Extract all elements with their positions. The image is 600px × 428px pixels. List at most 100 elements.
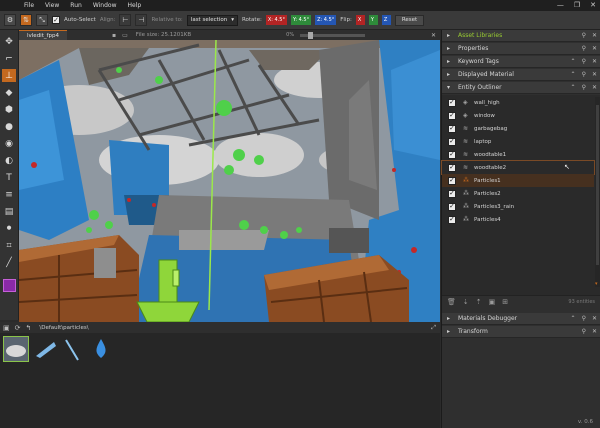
asset-thumb-rain[interactable] [60, 336, 86, 362]
close-icon[interactable]: ✕ [592, 45, 597, 52]
menu-window[interactable]: Window [93, 2, 117, 9]
export-icon[interactable]: ⇡ [476, 298, 482, 306]
outliner-scrollbar[interactable]: ▾ [595, 97, 600, 287]
node-icon[interactable]: ⚫ [2, 222, 16, 235]
pin-icon[interactable]: ⚲ [582, 71, 586, 78]
expand-icon[interactable]: ⤢ [431, 324, 436, 332]
section-entity-outliner[interactable]: ▾ Entity Outliner ⌃ ⚲ ✕ [442, 82, 600, 94]
list-item[interactable]: ✓ ⁂ Particles3_rain [442, 200, 594, 213]
folder-up-icon[interactable]: ▣ [3, 324, 10, 332]
align-left-icon[interactable]: ⊢ [119, 14, 132, 26]
reset-button[interactable]: Reset [394, 14, 425, 26]
section-asset-libraries[interactable]: ▸ Asset Libraries ⚲ ✕ [442, 30, 600, 42]
pin-icon[interactable]: ⚲ [582, 45, 586, 52]
list-item[interactable]: ✓ ⁂ Particles4 [442, 213, 594, 226]
auto-select-checkbox[interactable]: ✓ [52, 16, 60, 24]
visibility-checkbox[interactable]: ✓ [448, 189, 456, 198]
viewport-close-icon[interactable]: ✕ [431, 32, 436, 39]
menu-run[interactable]: Run [70, 2, 82, 9]
section-displayed-material[interactable]: ▸ Displayed Material ⌃ ⚲ ✕ [442, 69, 600, 81]
brush-icon[interactable]: ⌐ [2, 52, 16, 65]
group-icon[interactable]: ▣ [489, 298, 496, 306]
asset-thumb-cloud[interactable] [3, 336, 29, 362]
flip-x-button[interactable]: X [355, 15, 365, 25]
3d-viewport[interactable] [19, 40, 440, 322]
close-icon[interactable]: ✕ [592, 315, 597, 322]
visibility-checkbox[interactable]: ✓ [448, 124, 456, 133]
list-item[interactable]: ✓ ⁂ Particles2 [442, 187, 594, 200]
place-tool-icon[interactable]: ⊥ [2, 69, 16, 82]
visibility-checkbox[interactable]: ✓ [448, 98, 456, 107]
flip-y-button[interactable]: Y [368, 15, 378, 25]
list-item[interactable]: ✓ ≋ woodtable1 [442, 148, 594, 161]
menu-help[interactable]: Help [127, 2, 141, 9]
asset-thumb-streak[interactable] [32, 336, 58, 362]
rotate-z-button[interactable]: Z: 4.5° [315, 15, 337, 25]
list-item[interactable]: ✓ ◈ window [442, 109, 594, 122]
section-keyword-tags[interactable]: ▸ Keyword Tags ⌃ ⚲ ✕ [442, 56, 600, 68]
close-icon[interactable]: ✕ [592, 328, 597, 335]
menu-view[interactable]: View [45, 2, 59, 9]
folder-icon[interactable]: ▭ [122, 32, 128, 39]
pin-icon[interactable]: ⚲ [582, 32, 586, 39]
list-item[interactable]: ✓ ≋ woodtable2 ↖ [441, 160, 595, 175]
vertex-icon[interactable]: ◆ [2, 86, 16, 99]
list-item[interactable]: ✓ ≋ garbagebag [442, 122, 594, 135]
close-icon[interactable]: ✕ [590, 1, 596, 9]
close-icon[interactable]: ✕ [592, 71, 597, 78]
visibility-checkbox[interactable]: ✓ [448, 150, 456, 159]
move-icon[interactable]: ✥ [2, 35, 16, 48]
zoom-slider[interactable] [300, 31, 366, 39]
collapse-icon[interactable]: ⌃ [571, 315, 576, 322]
align-center-icon[interactable]: ⊣ [135, 14, 148, 26]
light-icon[interactable]: ◉ [2, 137, 16, 150]
menu-file[interactable]: File [24, 2, 34, 9]
rotate-x-button[interactable]: X: 4.5° [265, 15, 287, 25]
visibility-checkbox[interactable]: ✓ [448, 202, 456, 211]
eye-icon[interactable]: ◐ [2, 154, 16, 167]
collapse-icon[interactable]: ⌃ [571, 84, 576, 91]
viewport-tab[interactable]: lvledit_fpp4 [19, 30, 68, 40]
import-icon[interactable]: ⇣ [463, 298, 469, 306]
cube-icon[interactable]: ⬢ [2, 103, 16, 116]
tool-options-icon[interactable]: ⚙ [4, 14, 16, 26]
list-item-selected[interactable]: ✓ ⁂ Particles1 [442, 174, 594, 187]
collapse-icon[interactable]: ⌃ [571, 58, 576, 65]
material-swatch-icon[interactable] [2, 279, 16, 292]
list-item[interactable]: ✓ ≋ laptop [442, 135, 594, 148]
transform-mode-icon[interactable]: ⤡ [36, 14, 48, 26]
select-icon[interactable]: ⌗ [2, 239, 16, 252]
close-icon[interactable]: ✕ [592, 58, 597, 65]
visibility-checkbox[interactable]: ✓ [448, 176, 456, 185]
text-icon[interactable]: T [2, 171, 16, 184]
visibility-checkbox[interactable]: ✓ [448, 215, 456, 224]
list-item[interactable]: ✓ ◈ wall_high [442, 96, 594, 109]
section-transform[interactable]: ▸ Transform ⚲ ✕ [442, 326, 600, 338]
rotate-y-button[interactable]: Y: 4.5° [290, 15, 312, 25]
trash-icon[interactable]: 🗑 [447, 298, 456, 306]
back-icon[interactable]: ↰ [26, 324, 32, 332]
section-properties[interactable]: ▸ Properties ⚲ ✕ [442, 43, 600, 55]
close-icon[interactable]: ✕ [592, 32, 597, 39]
asset-thumb-drop[interactable] [88, 336, 114, 362]
pin-icon[interactable]: ⚲ [582, 315, 586, 322]
ungroup-icon[interactable]: ⊞ [502, 298, 508, 306]
save-icon[interactable]: ▪ [112, 32, 116, 39]
collapse-icon[interactable]: ⌃ [571, 71, 576, 78]
visibility-checkbox[interactable]: ✓ [448, 137, 456, 146]
close-icon[interactable]: ✕ [592, 84, 597, 91]
visibility-checkbox[interactable]: ✓ [448, 111, 456, 120]
flip-z-button[interactable]: Z [381, 15, 391, 25]
selection-mode-icon[interactable]: ⇅ [20, 14, 32, 26]
relative-to-dropdown[interactable]: last selection ▾ [186, 14, 238, 26]
layers-icon[interactable]: ≡ [2, 188, 16, 201]
maximize-icon[interactable]: ❐ [574, 1, 580, 9]
stack-icon[interactable]: ▤ [2, 205, 16, 218]
path-icon[interactable]: ╱ [2, 256, 16, 269]
pin-icon[interactable]: ⚲ [582, 58, 586, 65]
section-materials-debugger[interactable]: ▸ Materials Debugger ⌃ ⚲ ✕ [442, 313, 600, 325]
pin-icon[interactable]: ⚲ [582, 328, 586, 335]
visibility-checkbox[interactable]: ✓ [448, 163, 456, 172]
minimize-icon[interactable]: — [557, 1, 564, 9]
drop-icon[interactable]: ● [2, 120, 16, 133]
